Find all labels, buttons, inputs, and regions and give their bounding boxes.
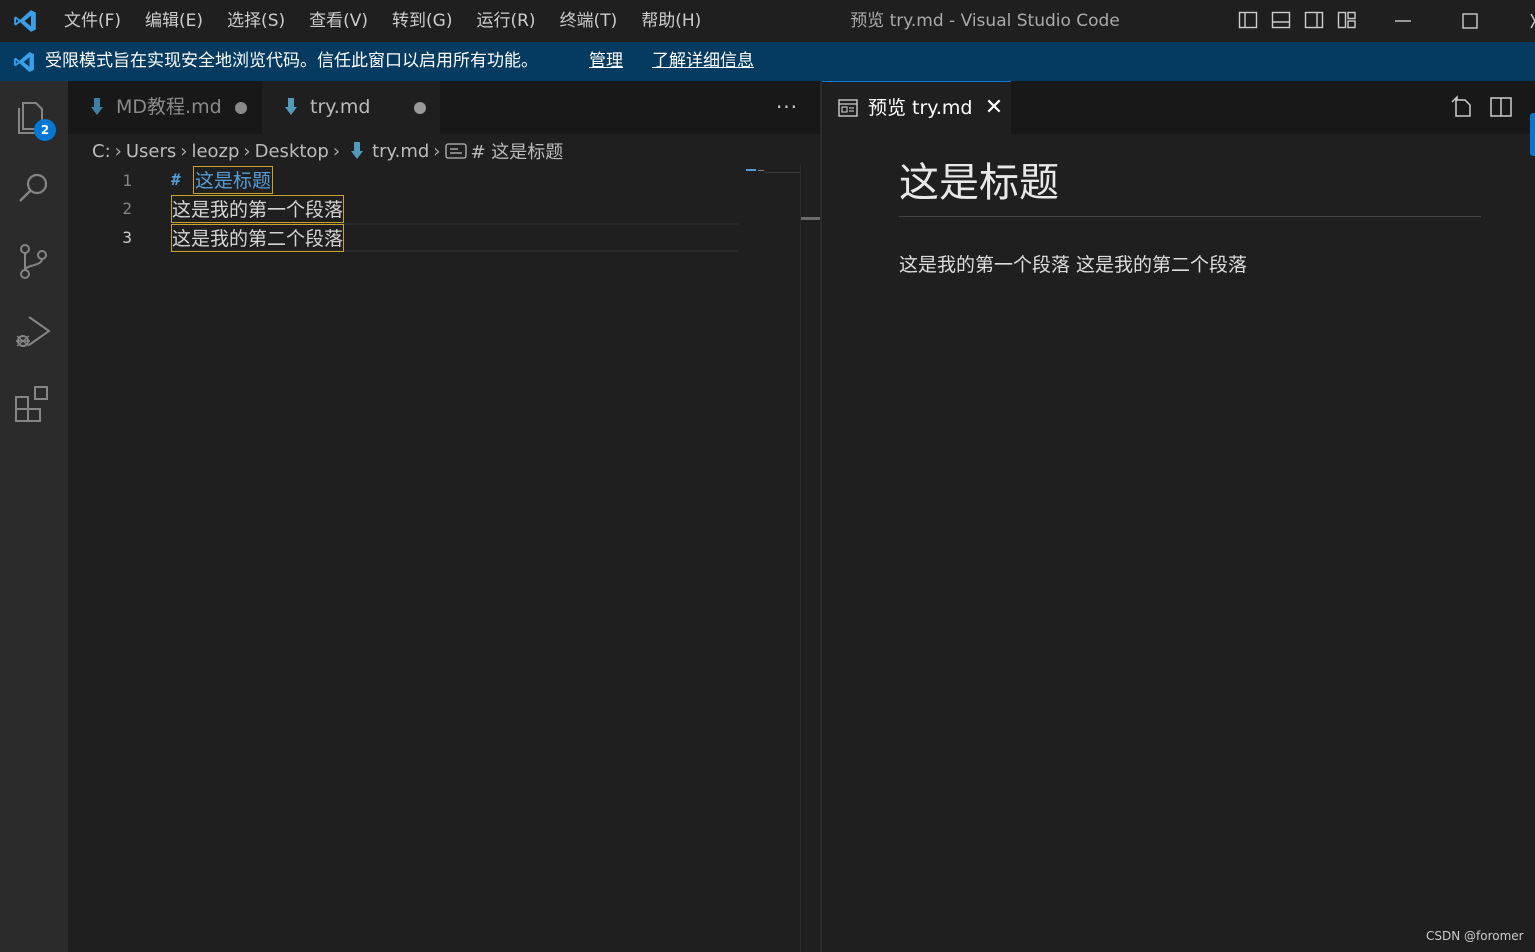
chevron-right-icon: ›: [180, 140, 188, 162]
chevron-right-icon: ›: [433, 140, 441, 162]
code-line-2[interactable]: 这是我的第一个段落: [171, 195, 345, 223]
markdown-file-icon: [351, 142, 364, 159]
maximize-icon[interactable]: [1457, 8, 1483, 34]
menu-view[interactable]: 查看(V): [297, 0, 380, 42]
run-debug-icon[interactable]: [12, 311, 56, 355]
breadcrumb-desktop[interactable]: Desktop: [255, 141, 329, 162]
search-icon[interactable]: [12, 166, 56, 210]
code-line-1[interactable]: # 这是标题: [171, 166, 274, 194]
menu-terminal[interactable]: 终端(T): [548, 0, 630, 42]
preview-icon: [838, 99, 858, 117]
editor-scrollbar[interactable]: [800, 165, 821, 952]
string-symbol-icon: [444, 143, 467, 159]
banner-learn-more-link[interactable]: 了解详细信息: [652, 42, 754, 81]
chevron-right-icon: ›: [332, 140, 341, 162]
restricted-mode-banner: 受限模式旨在实现安全地浏览代码。信任此窗口以启用所有功能。 管理 了解详细信息: [0, 42, 1535, 81]
more-actions-icon[interactable]: ···: [774, 92, 800, 122]
code-editor[interactable]: [68, 165, 801, 952]
heading-marker: #: [171, 170, 181, 189]
activity-bar: 2: [0, 81, 68, 952]
tab-label: MD教程.md: [116, 96, 222, 118]
source-control-icon[interactable]: [12, 239, 56, 283]
breadcrumb: C: › Users › leozp › Desktop › try.md › …: [92, 137, 563, 165]
close-tab-icon[interactable]: ✕: [980, 94, 1008, 122]
customize-layout-icon[interactable]: [1337, 10, 1357, 30]
breadcrumb-drive[interactable]: C:: [92, 141, 111, 162]
vscode-logo-icon: [14, 10, 36, 32]
line-number: 1: [122, 171, 132, 190]
explorer-badge: 2: [34, 119, 56, 141]
tab-md-tutorial[interactable]: MD教程.md: [68, 81, 262, 134]
markdown-file-icon: [285, 98, 297, 115]
preview-paragraph: 这是我的第一个段落 这是我的第二个段落: [899, 254, 1248, 276]
tab-label: try.md: [310, 96, 371, 118]
close-icon[interactable]: [1519, 8, 1535, 34]
menu-go[interactable]: 转到(G): [380, 0, 464, 42]
preview-scroll-indicator[interactable]: [1530, 113, 1535, 156]
heading-text: 这是标题: [193, 166, 274, 194]
open-source-icon[interactable]: [1449, 94, 1475, 120]
menu-help[interactable]: 帮助(H): [629, 0, 713, 42]
editor-tabs-left: MD教程.md try.md: [68, 81, 820, 134]
menu-file[interactable]: 文件(F): [52, 0, 133, 42]
chevron-right-icon: ›: [114, 140, 122, 162]
toggle-primary-sidebar-icon[interactable]: [1238, 10, 1258, 30]
tab-label: 预览 try.md: [868, 97, 973, 119]
minimize-icon[interactable]: [1390, 8, 1416, 34]
watermark: CSDN @foromer: [1426, 929, 1524, 943]
chevron-right-icon: ›: [243, 140, 251, 162]
line-number: 2: [122, 199, 132, 218]
breadcrumb-file[interactable]: try.md: [372, 141, 429, 162]
title-bar: 文件(F) 编辑(E) 选择(S) 查看(V) 转到(G) 运行(R) 终端(T…: [0, 0, 1535, 42]
menu-run[interactable]: 运行(R): [464, 0, 547, 42]
tab-preview-try-md[interactable]: 预览 try.md ✕: [822, 81, 1011, 134]
menu-selection[interactable]: 选择(S): [215, 0, 297, 42]
toggle-panel-icon[interactable]: [1271, 10, 1291, 30]
preview-heading: 这是标题: [899, 160, 1059, 206]
tab-try-md[interactable]: try.md: [262, 81, 440, 134]
menu-edit[interactable]: 编辑(E): [133, 0, 215, 42]
extensions-icon[interactable]: [12, 383, 56, 427]
scrollbar-thumb[interactable]: [801, 217, 821, 220]
breadcrumb-leozp[interactable]: leozp: [191, 141, 239, 162]
markdown-file-icon: [91, 98, 103, 115]
vscode-logo-icon: [14, 52, 34, 72]
minimap[interactable]: [746, 168, 800, 174]
menu-bar: 文件(F) 编辑(E) 选择(S) 查看(V) 转到(G) 运行(R) 终端(T…: [52, 0, 713, 42]
banner-manage-link[interactable]: 管理: [589, 42, 623, 81]
line-number: 3: [122, 228, 132, 247]
unsaved-dot-icon[interactable]: [414, 102, 426, 114]
unsaved-dot-icon[interactable]: [235, 102, 247, 114]
window-title: 预览 try.md - Visual Studio Code: [850, 11, 1120, 31]
breadcrumb-heading[interactable]: # 这是标题: [471, 138, 564, 164]
banner-message: 受限模式旨在实现安全地浏览代码。信任此窗口以启用所有功能。: [45, 51, 538, 71]
breadcrumb-users[interactable]: Users: [126, 141, 176, 162]
toggle-secondary-sidebar-icon[interactable]: [1304, 10, 1324, 30]
heading-rule: [899, 216, 1481, 217]
code-line-3[interactable]: 这是我的第二个段落: [171, 224, 345, 252]
split-editor-icon[interactable]: [1488, 94, 1514, 120]
